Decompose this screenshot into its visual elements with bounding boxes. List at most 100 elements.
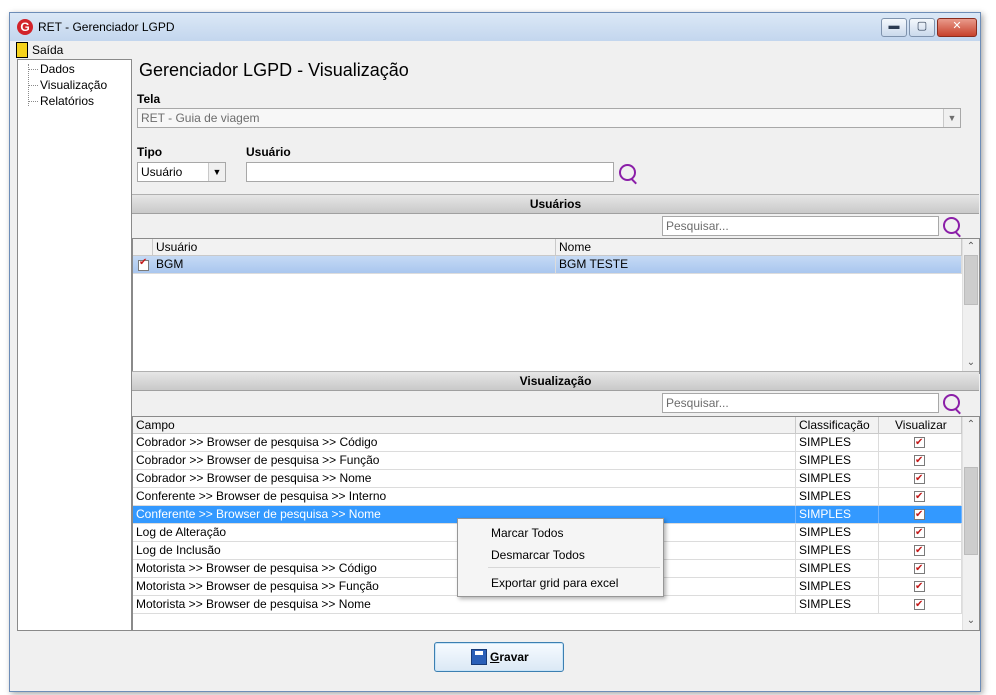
cell-visualizar (879, 578, 962, 595)
tela-select[interactable]: RET - Guia de viagem ▼ (137, 108, 961, 128)
table-row[interactable]: BGM BGM TESTE (133, 256, 962, 274)
search-usuario-icon[interactable] (619, 164, 636, 181)
tree-item-relatorios[interactable]: Relatórios (18, 94, 94, 108)
scroll-down-icon[interactable]: ⌄ (963, 355, 979, 371)
grid-header-usuario[interactable]: Usuário (153, 239, 556, 256)
cell-classificacao: SIMPLES (796, 452, 879, 469)
search-visualizacao-icon[interactable] (943, 394, 960, 411)
cell-usuario: BGM (153, 256, 556, 273)
visualizacao-search-placeholder: Pesquisar... (666, 396, 729, 410)
cell-visualizar (879, 506, 962, 523)
gravar-button[interactable]: Gravar (434, 642, 564, 672)
app-logo-icon: G (17, 19, 33, 35)
tela-select-value: RET - Guia de viagem (141, 111, 260, 125)
usuarios-scrollbar[interactable]: ⌃ ⌄ (962, 239, 979, 373)
cell-campo: Cobrador >> Browser de pesquisa >> Códig… (133, 434, 796, 451)
scroll-up-icon[interactable]: ⌃ (963, 239, 979, 255)
usuarios-section-header: Usuários (132, 194, 979, 214)
title-bar[interactable]: G RET - Gerenciador LGPD ▬ ▢ ✕ (10, 13, 980, 42)
tela-label: Tela (137, 92, 161, 106)
visualizar-checkbox[interactable] (914, 452, 925, 469)
gravar-label-rest: ravar (499, 650, 529, 664)
tree-item-visualizacao[interactable]: Visualização (18, 78, 107, 92)
scroll-up-icon[interactable]: ⌃ (963, 417, 979, 433)
visualizar-checkbox[interactable] (914, 578, 925, 595)
floppy-disk-icon (471, 649, 487, 665)
tipo-select-value: Usuário (141, 165, 183, 179)
cell-visualizar (879, 452, 962, 469)
usuarios-search-input[interactable]: Pesquisar... (662, 216, 939, 236)
scroll-down-icon[interactable]: ⌄ (963, 613, 979, 629)
cell-classificacao: SIMPLES (796, 596, 879, 613)
cell-classificacao: SIMPLES (796, 542, 879, 559)
search-usuarios-icon[interactable] (943, 217, 960, 234)
minimize-button[interactable]: ▬ (881, 18, 907, 37)
gravar-button-label: Gravar (490, 650, 529, 664)
table-row[interactable]: Cobrador >> Browser de pesquisa >> Códig… (133, 434, 962, 452)
menu-item-exportar-excel[interactable]: Exportar grid para excel (491, 576, 618, 590)
cell-classificacao: SIMPLES (796, 560, 879, 577)
cell-classificacao: SIMPLES (796, 434, 879, 451)
cell-campo: Conferente >> Browser de pesquisa >> Int… (133, 488, 796, 505)
visualizar-checkbox[interactable] (914, 596, 925, 613)
visualizacao-section-header: Visualização (132, 371, 979, 391)
visualizar-checkbox[interactable] (914, 524, 925, 541)
usuario-label: Usuário (246, 145, 291, 159)
visualizar-checkbox[interactable] (914, 506, 925, 523)
cell-visualizar (879, 560, 962, 577)
visualizar-checkbox[interactable] (914, 560, 925, 577)
table-row[interactable]: Cobrador >> Browser de pesquisa >> Funçã… (133, 452, 962, 470)
cell-classificacao: SIMPLES (796, 470, 879, 487)
maximize-button[interactable]: ▢ (909, 18, 935, 37)
cell-visualizar (879, 524, 962, 541)
cell-visualizar (879, 488, 962, 505)
scroll-thumb[interactable] (964, 467, 978, 555)
visualizar-checkbox[interactable] (914, 470, 925, 487)
close-button[interactable]: ✕ (937, 18, 977, 37)
visualizacao-search-input[interactable]: Pesquisar... (662, 393, 939, 413)
scroll-thumb[interactable] (964, 255, 978, 305)
cell-visualizar (879, 596, 962, 613)
exit-door-icon (16, 42, 28, 58)
table-row[interactable]: Conferente >> Browser de pesquisa >> Int… (133, 488, 962, 506)
main-window: G RET - Gerenciador LGPD ▬ ▢ ✕ Saída Dad… (9, 12, 981, 692)
grid-header-check (133, 239, 153, 256)
cell-classificacao: SIMPLES (796, 578, 879, 595)
menu-item-saida[interactable]: Saída (32, 43, 63, 57)
row-checkbox[interactable] (138, 257, 149, 271)
window-title: RET - Gerenciador LGPD (38, 20, 175, 34)
dropdown-arrow-icon[interactable]: ▼ (208, 163, 225, 181)
grid-header-campo[interactable]: Campo (133, 417, 796, 434)
tipo-label: Tipo (137, 145, 163, 159)
grid-header-classificacao[interactable]: Classificação (796, 417, 879, 434)
cell-campo: Motorista >> Browser de pesquisa >> Nome (133, 596, 796, 613)
menu-item-desmarcar-todos[interactable]: Desmarcar Todos (491, 548, 585, 562)
dropdown-arrow-icon[interactable]: ▼ (943, 109, 960, 127)
cell-classificacao: SIMPLES (796, 488, 879, 505)
cell-classificacao: SIMPLES (796, 524, 879, 541)
table-row[interactable]: Motorista >> Browser de pesquisa >> Nome… (133, 596, 962, 614)
usuarios-search-placeholder: Pesquisar... (666, 219, 729, 233)
cell-classificacao: SIMPLES (796, 506, 879, 523)
visualizar-checkbox[interactable] (914, 488, 925, 505)
visualizacao-scrollbar[interactable]: ⌃ ⌄ (962, 417, 979, 630)
page-title: Gerenciador LGPD - Visualização (139, 60, 409, 80)
grid-header-visualizar[interactable]: Visualizar (879, 417, 962, 434)
context-menu: Marcar Todos Desmarcar Todos Exportar gr… (457, 518, 664, 597)
menu-bar: Saída (10, 41, 980, 59)
visualizar-checkbox[interactable] (914, 434, 925, 451)
gravar-hotkey: G (490, 650, 500, 664)
cell-visualizar (879, 434, 962, 451)
menu-item-marcar-todos[interactable]: Marcar Todos (491, 526, 563, 540)
visualizar-checkbox[interactable] (914, 542, 925, 559)
usuario-input[interactable] (246, 162, 614, 182)
navigation-tree: Dados Visualização Relatórios (17, 59, 132, 631)
cell-nome: BGM TESTE (556, 256, 962, 273)
cell-visualizar (879, 542, 962, 559)
usuarios-grid: Usuário Nome BGM BGM TESTE ⌃ ⌄ (132, 238, 980, 374)
grid-header-nome[interactable]: Nome (556, 239, 962, 256)
menu-separator (488, 567, 660, 568)
tree-item-dados[interactable]: Dados (18, 62, 75, 76)
table-row[interactable]: Cobrador >> Browser de pesquisa >> Nome … (133, 470, 962, 488)
tipo-select[interactable]: Usuário ▼ (137, 162, 226, 182)
